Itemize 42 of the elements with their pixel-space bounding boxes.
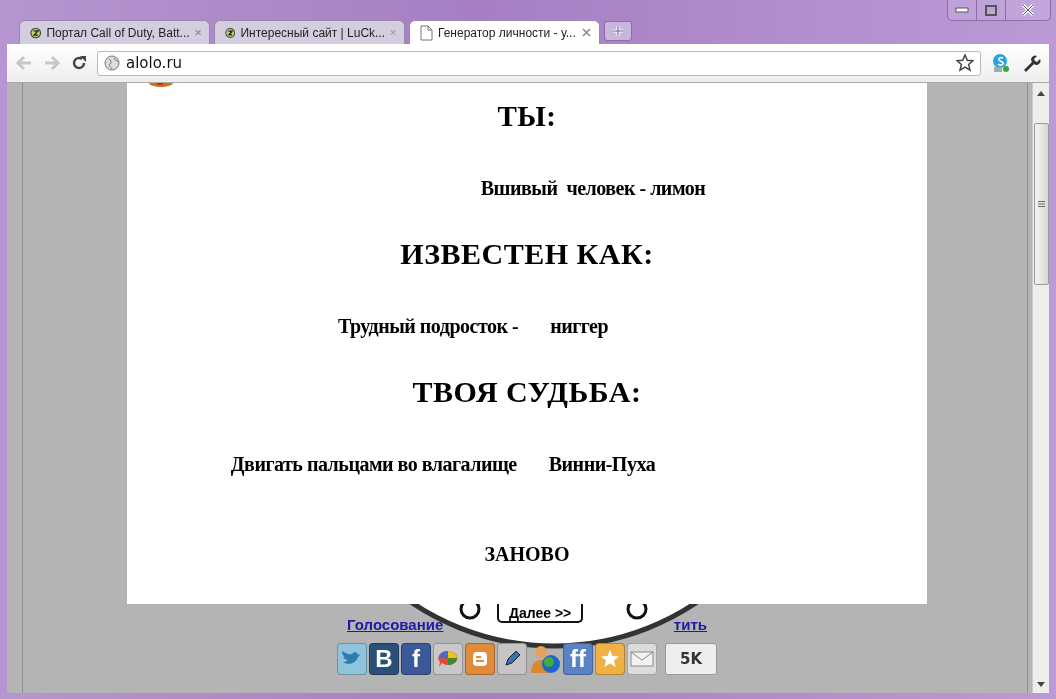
maximize-icon[interactable] [985,4,997,16]
scroll-thumb[interactable] [1033,123,1049,285]
next-button[interactable]: Далее >> [497,604,584,623]
globe-icon [104,55,120,71]
result-text: ниггер [550,314,609,338]
result-text: Двигать пальцами во влагалище [230,452,517,476]
section-heading: ТЫ: [497,99,557,133]
speech-bubble-icon[interactable] [432,643,463,675]
scroll-down-icon[interactable] [1037,682,1045,687]
letter-logo[interactable]: B [368,643,399,675]
plus-icon [612,25,624,37]
emblem-icon [149,83,173,87]
pencil-icon[interactable] [496,643,527,675]
mail-icon[interactable] [626,643,657,675]
person-globe-icon[interactable] [528,643,561,675]
new-tab-button[interactable] [604,21,632,41]
page-icon [420,24,433,41]
scroll-up-icon[interactable] [1037,91,1045,96]
skype-icon[interactable] [991,53,1011,73]
result-text: Вшивый человек - лимон [480,176,706,200]
star-icon[interactable] [956,54,974,72]
browser-tab[interactable]: Портал Call of Duty, Batt... [19,20,210,44]
reload-icon[interactable] [71,55,87,71]
share-count: 5K [664,643,718,675]
close-icon[interactable] [1021,4,1035,16]
restart-link[interactable]: ЗАНОВО [484,542,570,566]
minimize-icon[interactable] [955,7,969,13]
address-bar[interactable]: alolo.ru [97,50,981,76]
browser-tab[interactable]: Интересный сайт | LuCk... [214,20,405,44]
link-fragment[interactable]: тить [673,616,707,633]
browser-tab[interactable]: Генератор личности - у... [409,20,600,44]
section-heading: ТВОЯ СУДЬБА: [412,375,642,409]
close-icon[interactable] [582,28,591,37]
section-heading: ИЗВЕСТЕН КАК: [400,237,654,271]
letter-logo[interactable]: f [400,643,431,675]
result-text: Трудный подросток - [337,314,519,338]
scrollbar[interactable] [1032,83,1049,693]
letter-logo[interactable]: ff [562,643,593,675]
bird-icon[interactable] [336,643,367,675]
blogger-icon[interactable] [464,643,495,675]
vote-link[interactable]: Голосование [347,616,444,633]
result-text: Винни-Пуха [548,452,656,476]
